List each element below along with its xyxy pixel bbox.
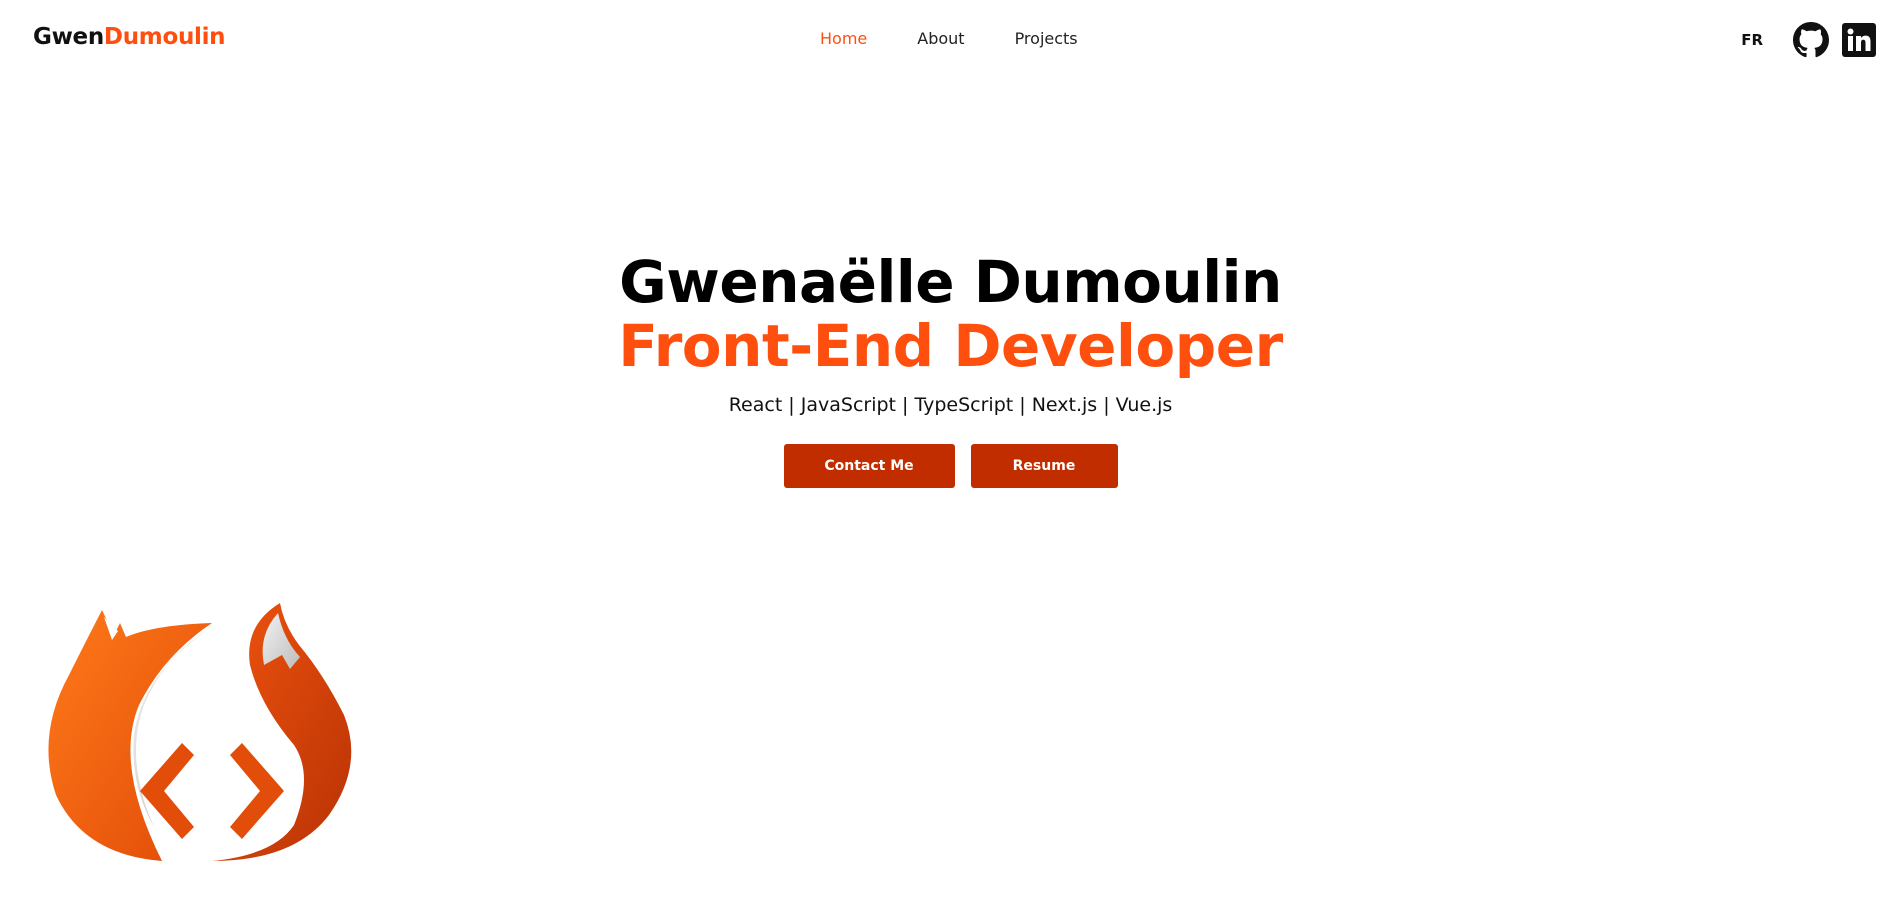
contact-me-button[interactable]: Contact Me — [783, 444, 955, 488]
hero-role: Front-End Developer — [618, 312, 1283, 380]
site-header: GwenDumoulin Home About Projects FR — [0, 0, 1901, 80]
resume-button[interactable]: Resume — [970, 444, 1118, 488]
hero-tech-stack: React | JavaScript | TypeScript | Next.j… — [728, 394, 1173, 416]
linkedin-icon[interactable] — [1841, 22, 1877, 58]
page: GwenDumoulin Home About Projects FR Gwen… — [0, 0, 1901, 906]
hero-buttons: Contact Me Resume — [0, 444, 1901, 488]
nav-item-projects[interactable]: Projects — [1015, 29, 1078, 48]
fox-logo — [44, 595, 380, 861]
brand-logo-text[interactable]: GwenDumoulin — [33, 24, 226, 50]
nav-item-home[interactable]: Home — [820, 29, 867, 48]
hero-name: Gwenaëlle Dumoulin — [619, 248, 1282, 316]
nav-item-about[interactable]: About — [917, 29, 964, 48]
header-actions: FR — [1741, 20, 1877, 60]
brand-first-name: Gwen — [33, 24, 104, 50]
github-icon[interactable] — [1793, 22, 1829, 58]
language-toggle[interactable]: FR — [1741, 31, 1763, 49]
brand-last-name: Dumoulin — [103, 24, 226, 50]
hero-section: Gwenaëlle Dumoulin Front-End Developer R… — [0, 250, 1901, 488]
main-nav: Home About Projects — [820, 29, 1128, 48]
